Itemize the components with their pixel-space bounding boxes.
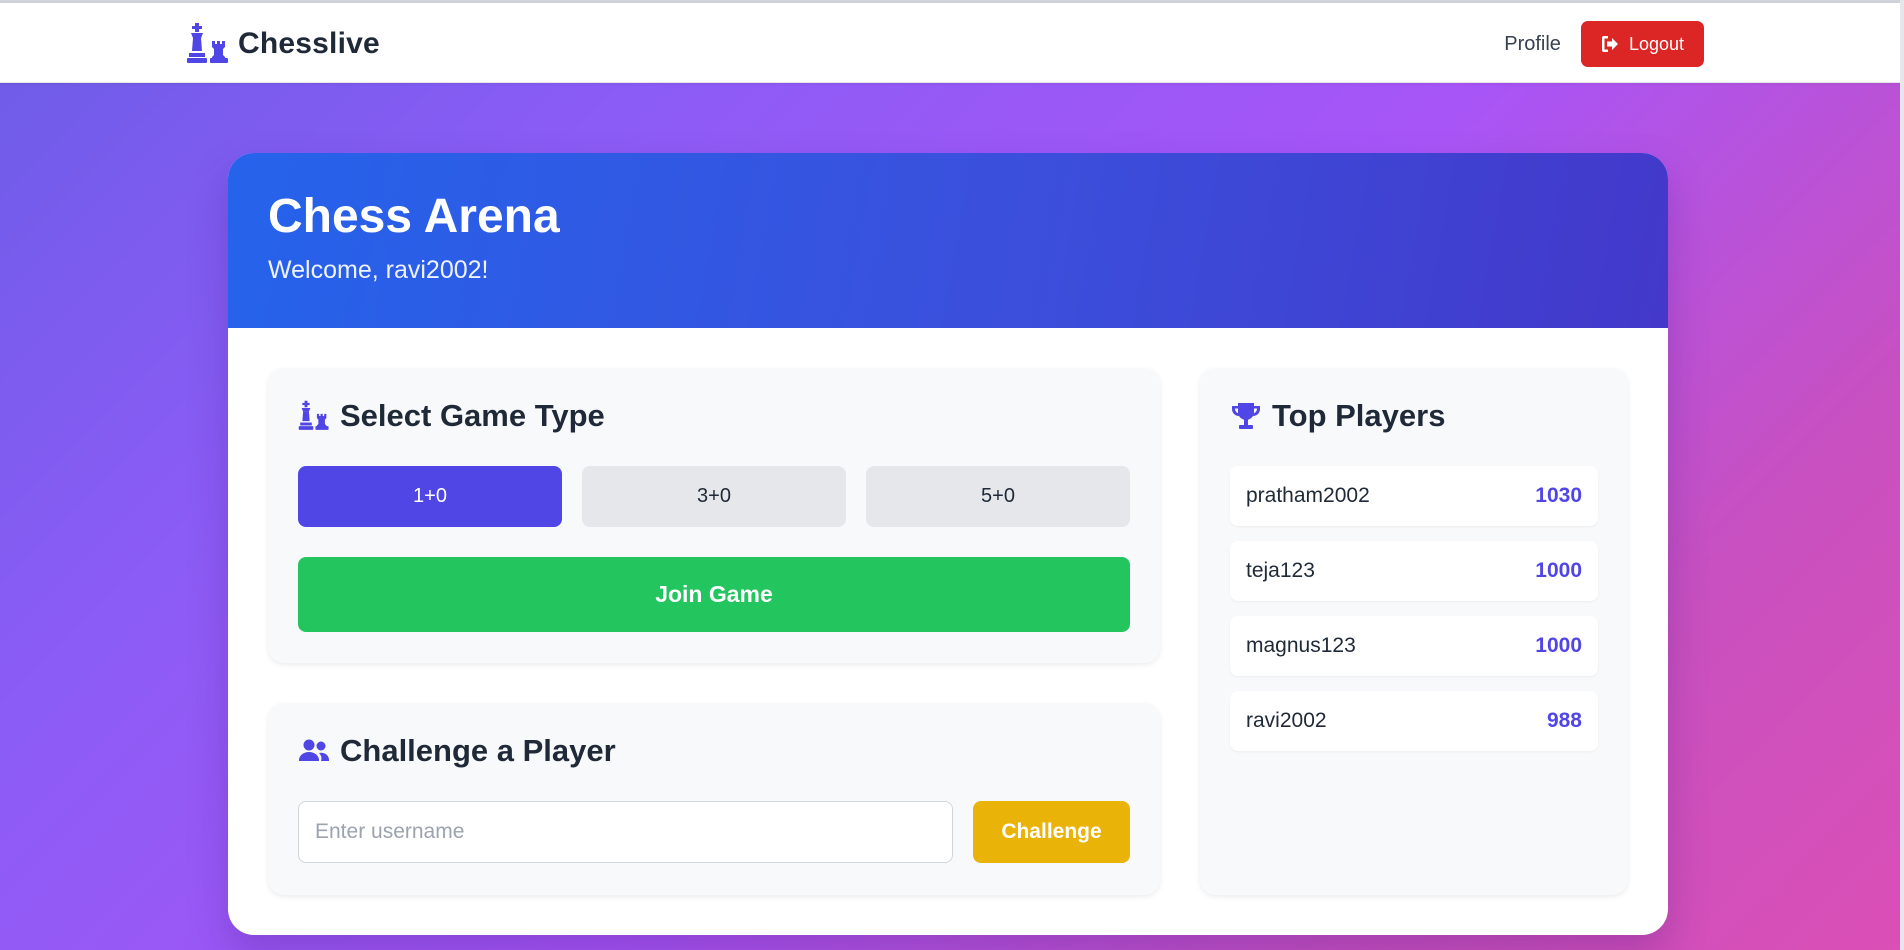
list-item: ravi2002 988 [1230, 691, 1598, 751]
game-type-panel: Select Game Type 1+0 3+0 5+0 Join Game [268, 368, 1160, 663]
challenge-panel: Challenge a Player Challenge [268, 703, 1160, 895]
player-rating: 1030 [1535, 484, 1582, 507]
join-game-button[interactable]: Join Game [298, 557, 1130, 632]
list-item: pratham2002 1030 [1230, 466, 1598, 526]
welcome-message: Welcome, ravi2002! [268, 255, 489, 284]
list-item: magnus123 1000 [1230, 616, 1598, 676]
challenge-form: Challenge [298, 801, 1130, 863]
time-control-3-0[interactable]: 3+0 [582, 466, 846, 527]
time-control-5-0[interactable]: 5+0 [866, 466, 1130, 527]
player-name: magnus123 [1246, 634, 1356, 657]
trophy-icon [1232, 403, 1260, 429]
game-type-title: Select Game Type [340, 398, 605, 433]
top-players-list: pratham2002 1030 teja123 1000 magnus123 … [1230, 466, 1598, 751]
player-rating: 1000 [1535, 634, 1582, 657]
page-title: Chess Arena [268, 190, 560, 243]
nav-actions: Profile Logout [1504, 21, 1704, 67]
challenge-heading: Challenge a Player [298, 733, 1130, 769]
scrollbar[interactable] [1900, 0, 1904, 950]
challenge-title: Challenge a Player [340, 733, 616, 768]
brand-name: Chesslive [238, 27, 380, 60]
player-name: teja123 [1246, 559, 1315, 582]
arena-header: Chess Arena Welcome, ravi2002! [228, 153, 1668, 328]
profile-link[interactable]: Profile [1504, 33, 1561, 56]
player-name: ravi2002 [1246, 709, 1327, 732]
navbar: Chesslive Profile Logout [0, 3, 1900, 83]
sign-out-icon [1601, 36, 1618, 52]
arena-card: Chess Arena Welcome, ravi2002! Select Ga… [228, 153, 1668, 935]
challenge-button[interactable]: Challenge [973, 801, 1130, 863]
top-players-heading: Top Players [1230, 398, 1598, 434]
username-input[interactable] [298, 801, 953, 863]
list-item: teja123 1000 [1230, 541, 1598, 601]
top-players-panel: Top Players pratham2002 1030 teja123 100… [1200, 368, 1628, 895]
logout-button[interactable]: Logout [1580, 21, 1704, 67]
player-rating: 988 [1546, 709, 1582, 732]
player-name: pratham2002 [1246, 484, 1370, 507]
top-players-title: Top Players [1272, 398, 1446, 433]
users-icon [299, 739, 330, 761]
brand[interactable]: Chesslive [186, 23, 380, 65]
game-type-heading: Select Game Type [298, 398, 1130, 434]
player-rating: 1000 [1535, 559, 1582, 582]
logout-label: Logout [1628, 33, 1684, 54]
chess-pieces-icon [187, 23, 228, 63]
chess-pieces-icon [298, 400, 329, 430]
time-control-group: 1+0 3+0 5+0 [298, 466, 1130, 527]
time-control-1-0[interactable]: 1+0 [298, 466, 562, 527]
